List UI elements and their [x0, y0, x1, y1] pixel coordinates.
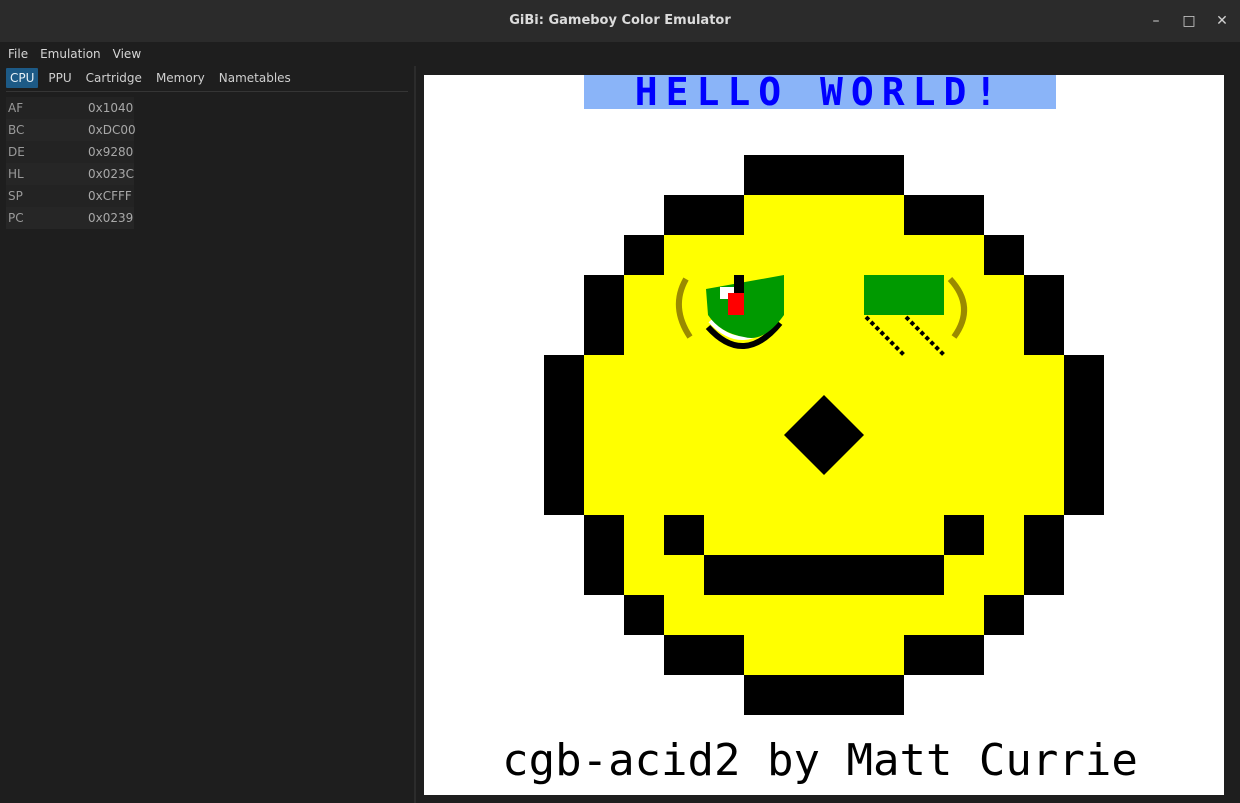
register-value: 0x1040: [88, 101, 134, 115]
register-row-sp: SP 0xCFFF: [6, 185, 134, 207]
screen-canvas: HELLO WORLD! cgb-acid2 by Matt Currie: [424, 75, 1224, 795]
minimize-button[interactable]: –: [1146, 11, 1166, 31]
footer-text: cgb-acid2 by Matt Currie: [502, 735, 1138, 786]
register-value: 0x023C: [88, 167, 135, 181]
debugger-panel: CPU PPU Cartridge Memory Nametables AF 0x104…: [0, 66, 414, 803]
register-name: BC: [8, 123, 25, 137]
register-value: 0x9280: [88, 145, 134, 159]
close-button[interactable]: ✕: [1212, 11, 1232, 31]
register-name: HL: [8, 167, 24, 181]
menu-file[interactable]: File: [4, 42, 32, 66]
register-row-de: DE 0x9280: [6, 141, 134, 163]
title-bar[interactable]: GiBi: Gameboy Color Emulator – □ ✕: [0, 0, 1240, 42]
menu-view[interactable]: View: [109, 42, 145, 66]
tab-cpu[interactable]: CPU: [6, 68, 39, 88]
tab-cartridge[interactable]: Cartridge: [82, 68, 146, 88]
minimize-icon: –: [1152, 13, 1160, 29]
emulator-screen[interactable]: HELLO WORLD! cgb-acid2 by Matt Currie: [424, 75, 1224, 795]
tabs-divider: [6, 91, 408, 92]
app-window: GiBi: Gameboy Color Emulator – □ ✕ File E…: [0, 0, 1240, 803]
register-table: AF 0x1040 BC 0xDC00 DE 0x9280 HL 0x023C …: [6, 97, 136, 229]
window-title: GiBi: Gameboy Color Emulator: [509, 13, 731, 28]
menu-bar: File Emulation View: [0, 42, 1240, 66]
register-name: PC: [8, 211, 24, 225]
header-text: HELLO WORLD!: [635, 75, 1006, 114]
register-row-bc: BC 0xDC00: [6, 119, 136, 141]
left-pupil: [728, 293, 744, 315]
register-row-af: AF 0x1040: [6, 97, 134, 119]
close-icon: ✕: [1216, 13, 1228, 29]
register-name: SP: [8, 189, 23, 203]
register-name: AF: [8, 101, 24, 115]
menu-emulation[interactable]: Emulation: [36, 42, 105, 66]
register-value: 0xDC00: [88, 123, 136, 137]
register-name: DE: [8, 145, 25, 159]
right-iris: [864, 275, 944, 315]
maximize-button[interactable]: □: [1179, 11, 1199, 31]
tab-nametables[interactable]: Nametables: [215, 68, 295, 88]
register-value: 0x0239: [88, 211, 134, 225]
register-row-hl: HL 0x023C: [6, 163, 134, 185]
maximize-icon: □: [1182, 13, 1196, 29]
register-row-pc: PC 0x0239: [6, 207, 134, 229]
panel-splitter[interactable]: [414, 66, 416, 803]
register-value: 0xCFFF: [88, 189, 132, 203]
tab-memory[interactable]: Memory: [152, 68, 209, 88]
debugger-tabs: CPU PPU Cartridge Memory Nametables: [6, 68, 301, 88]
tab-ppu[interactable]: PPU: [44, 68, 75, 88]
